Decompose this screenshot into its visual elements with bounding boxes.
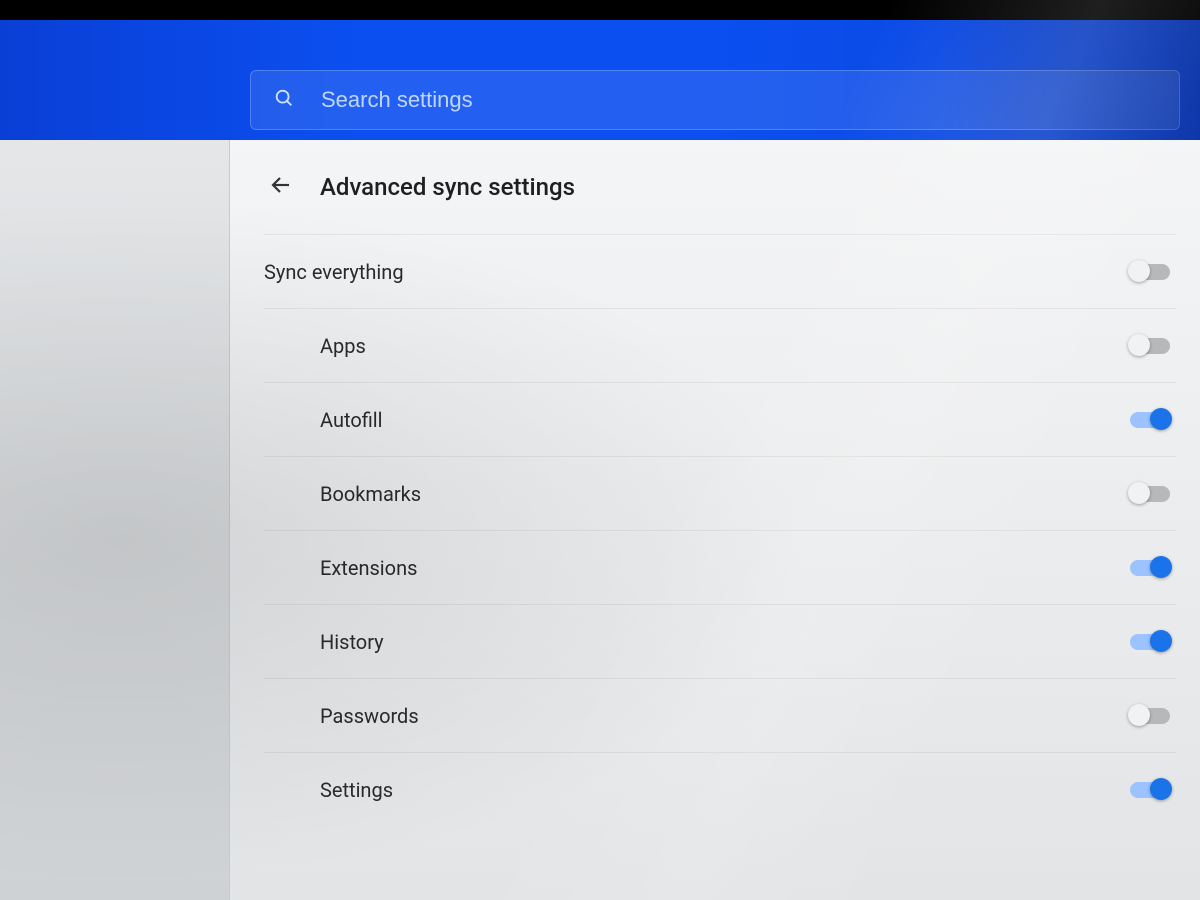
sync-item-label: Extensions: [320, 556, 417, 580]
content-panel: Advanced sync settings Sync everything A…: [230, 140, 1200, 900]
sync-item-label: Settings: [320, 778, 393, 802]
sync-item-autofill-row: Autofill: [264, 382, 1176, 456]
sync-item-label: History: [320, 630, 384, 654]
sync-item-passwords-toggle[interactable]: [1130, 708, 1170, 724]
sync-item-bookmarks-toggle[interactable]: [1130, 486, 1170, 502]
sync-item-history-row: History: [264, 604, 1176, 678]
sync-item-label: Bookmarks: [320, 482, 421, 506]
sync-item-label: Apps: [320, 334, 366, 358]
sync-item-label: Passwords: [320, 704, 419, 728]
sync-item-autofill-toggle[interactable]: [1130, 412, 1170, 428]
search-icon: [273, 87, 295, 113]
sync-item-settings-toggle[interactable]: [1130, 782, 1170, 798]
back-button[interactable]: [264, 170, 298, 204]
sync-item-apps-toggle[interactable]: [1130, 338, 1170, 354]
header-bar: [0, 0, 1200, 140]
search-container[interactable]: [250, 70, 1180, 130]
settings-screen: Advanced sync settings Sync everything A…: [0, 0, 1200, 900]
sync-everything-label: Sync everything: [264, 260, 404, 284]
arrow-left-icon: [269, 173, 293, 201]
sync-item-label: Autofill: [320, 408, 383, 432]
sync-item-apps-row: Apps: [264, 308, 1176, 382]
search-input[interactable]: [295, 71, 1179, 129]
page-title-row: Advanced sync settings: [264, 166, 1176, 234]
page-title: Advanced sync settings: [320, 173, 575, 201]
sync-item-history-toggle[interactable]: [1130, 634, 1170, 650]
sync-item-extensions-row: Extensions: [264, 530, 1176, 604]
sync-item-settings-row: Settings: [264, 752, 1176, 826]
sync-everything-row: Sync everything: [264, 234, 1176, 308]
sync-item-extensions-toggle[interactable]: [1130, 560, 1170, 576]
sync-item-passwords-row: Passwords: [264, 678, 1176, 752]
sync-item-bookmarks-row: Bookmarks: [264, 456, 1176, 530]
sync-everything-toggle[interactable]: [1130, 264, 1170, 280]
sidebar: [0, 140, 230, 900]
